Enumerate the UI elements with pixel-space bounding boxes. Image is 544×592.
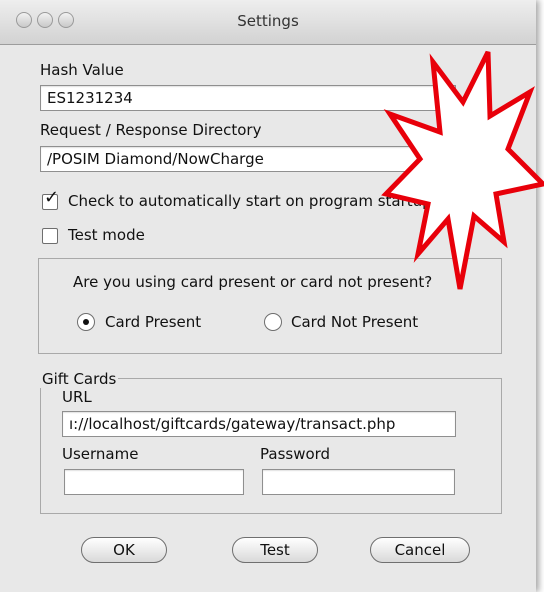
directory-field[interactable]: /POSIM Diamond/NowCharge: [40, 146, 450, 172]
card-not-present-radio[interactable]: [264, 313, 282, 331]
gift-cards-legend: Gift Cards: [40, 370, 119, 388]
username-field[interactable]: [64, 469, 244, 495]
password-label: Password: [260, 445, 331, 463]
settings-window: Settings Hash Value ES1231234 Request / …: [0, 0, 536, 592]
cancel-button[interactable]: Cancel: [370, 537, 470, 563]
card-mode-question: Are you using card present or card not p…: [73, 273, 433, 291]
card-present-label: Card Present: [105, 313, 202, 331]
hash-value-field[interactable]: ES1231234: [40, 85, 456, 111]
test-mode-checkbox[interactable]: [42, 228, 58, 244]
password-field[interactable]: [262, 469, 455, 495]
radio-selected-dot: [83, 319, 89, 325]
card-not-present-label: Card Not Present: [291, 313, 419, 331]
checkmark-icon: ✓: [44, 187, 60, 208]
url-field[interactable]: ı://localhost/giftcards/gateway/transact…: [62, 411, 456, 437]
title-bar: Settings: [0, 0, 536, 45]
url-label: URL: [62, 388, 92, 406]
hash-value-label: Hash Value: [40, 61, 124, 79]
username-label: Username: [62, 445, 139, 463]
test-button[interactable]: Test: [232, 537, 318, 563]
test-mode-label: Test mode: [68, 226, 145, 244]
ok-button[interactable]: OK: [81, 537, 167, 563]
window-title: Settings: [237, 12, 299, 30]
card-present-radio[interactable]: [77, 313, 95, 331]
browse-button[interactable]: ...: [457, 143, 487, 179]
directory-label: Request / Response Directory: [40, 121, 262, 139]
autostart-checkbox[interactable]: ✓: [42, 188, 59, 210]
autostart-label: Check to automatically start on program …: [68, 192, 437, 210]
